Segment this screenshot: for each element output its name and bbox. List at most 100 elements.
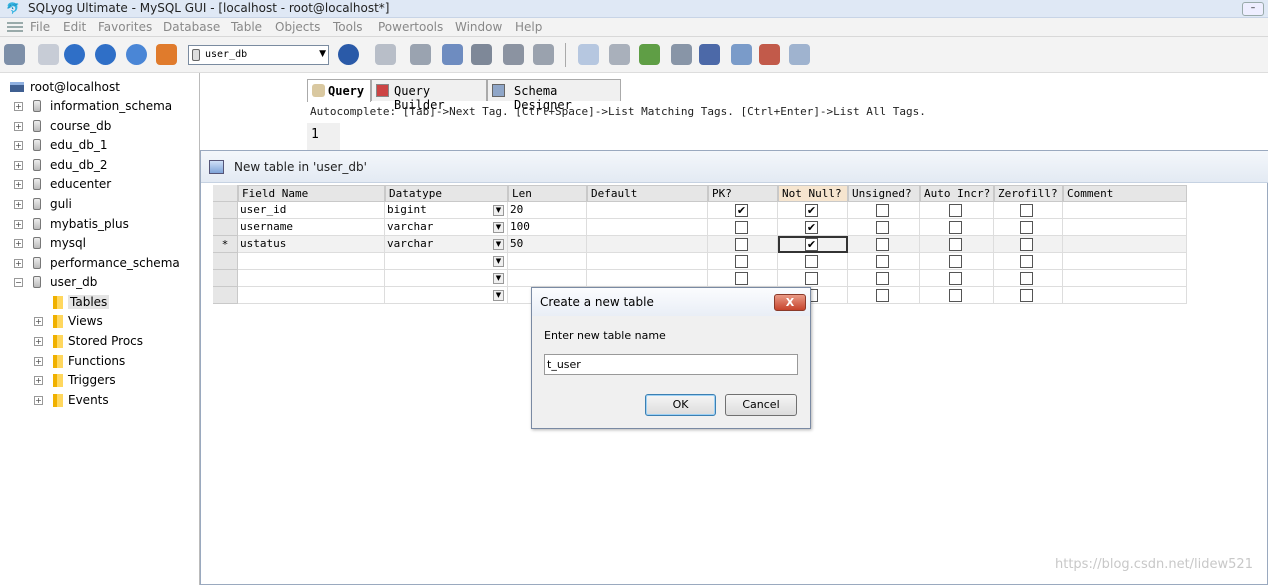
autoincr-checkbox[interactable] (949, 272, 962, 285)
zerofill-checkbox[interactable] (1020, 289, 1033, 302)
schema-icon[interactable] (503, 44, 524, 65)
create-database-icon[interactable] (375, 44, 396, 65)
alter-database-icon[interactable] (410, 44, 431, 65)
unsigned-checkbox[interactable] (876, 255, 889, 268)
expand-icon[interactable]: + (14, 122, 23, 131)
tree-db-course-db[interactable]: + course_db (0, 117, 200, 136)
expand-icon[interactable]: + (14, 239, 23, 248)
len-cell[interactable] (508, 270, 587, 287)
chevron-down-icon[interactable]: ▼ (493, 273, 504, 284)
expand-icon[interactable]: + (14, 180, 23, 189)
menu-objects[interactable]: Objects (275, 20, 320, 34)
default-cell[interactable] (587, 253, 708, 270)
database-select[interactable]: user_db ▼ (188, 45, 329, 65)
tab-schema-designer[interactable]: Schema Designer (487, 79, 621, 112)
tree-folder-tables[interactable]: Tables (0, 293, 200, 312)
expand-icon[interactable]: + (14, 259, 23, 268)
expand-icon[interactable]: + (14, 220, 23, 229)
copy-database-icon[interactable] (671, 44, 692, 65)
zerofill-checkbox[interactable] (1020, 238, 1033, 251)
expand-icon[interactable]: + (34, 337, 43, 346)
col-header-field-name[interactable]: Field Name (238, 185, 385, 202)
autoincr-checkbox[interactable] (949, 221, 962, 234)
table-name-input[interactable]: t_user (544, 354, 798, 375)
menu-favorites[interactable]: Favorites (98, 20, 152, 34)
notnull-checkbox[interactable]: ✔ (805, 221, 818, 234)
query-editor[interactable]: 1 (307, 123, 1268, 153)
tree-folder-stored-procs[interactable]: + Stored Procs (0, 332, 200, 351)
tree-db-user-db[interactable]: − user_db (0, 273, 200, 292)
tree-db-information-schema[interactable]: + information_schema (0, 97, 200, 116)
notnull-checkbox[interactable] (805, 255, 818, 268)
comment-cell[interactable] (1063, 270, 1187, 287)
refresh-icon[interactable] (126, 44, 147, 65)
col-header-len[interactable]: Len (508, 185, 587, 202)
close-button[interactable]: X (774, 294, 806, 311)
field-name-cell[interactable] (238, 287, 385, 304)
col-header-pk[interactable]: PK? (708, 185, 778, 202)
comment-cell[interactable] (1063, 253, 1187, 270)
user-manager-icon[interactable] (338, 44, 359, 65)
backup-icon[interactable] (442, 44, 463, 65)
tree-folder-events[interactable]: + Events (0, 391, 200, 410)
menu-tools[interactable]: Tools (333, 20, 363, 34)
stop-icon[interactable] (156, 44, 177, 65)
field-name-cell[interactable]: ustatus (238, 236, 385, 253)
chevron-down-icon[interactable]: ▼ (493, 256, 504, 267)
unsigned-checkbox[interactable] (876, 272, 889, 285)
default-cell[interactable] (587, 236, 708, 253)
minimize-button[interactable]: – (1242, 2, 1264, 16)
import-icon[interactable] (578, 44, 599, 65)
len-cell[interactable]: 50 (508, 236, 587, 253)
col-header-comment[interactable]: Comment (1063, 185, 1187, 202)
table-row[interactable]: user_id bigint ▼ 20 ✔ ✔ (213, 202, 1187, 219)
datatype-cell[interactable] (385, 287, 508, 304)
default-cell[interactable] (587, 270, 708, 287)
comment-cell[interactable] (1063, 219, 1187, 236)
len-cell[interactable]: 20 (508, 202, 587, 219)
unsigned-checkbox[interactable] (876, 221, 889, 234)
datatype-cell[interactable]: bigint (385, 202, 508, 219)
ok-button[interactable]: OK (645, 394, 716, 416)
zerofill-checkbox[interactable] (1020, 221, 1033, 234)
schedule-icon[interactable] (699, 44, 720, 65)
table-row[interactable]: ▼ (213, 253, 1187, 270)
new-query-icon[interactable] (38, 44, 59, 65)
tree-db-performance-schema[interactable]: + performance_schema (0, 254, 200, 273)
query-builder-icon[interactable] (533, 44, 554, 65)
export-icon[interactable] (609, 44, 630, 65)
notnull-checkbox[interactable]: ✔ (805, 204, 818, 217)
tree-connection[interactable]: root@localhost (0, 78, 200, 97)
tab-query-builder[interactable]: Query Builder (371, 79, 487, 112)
len-cell[interactable]: 100 (508, 219, 587, 236)
chevron-down-icon[interactable]: ▼ (493, 239, 504, 250)
tree-folder-triggers[interactable]: + Triggers (0, 371, 200, 390)
expand-icon[interactable]: + (34, 396, 43, 405)
chevron-down-icon[interactable]: ▼ (493, 205, 504, 216)
unsigned-checkbox[interactable] (876, 289, 889, 302)
comment-cell[interactable] (1063, 287, 1187, 304)
tree-folder-functions[interactable]: + Functions (0, 352, 200, 371)
comment-cell[interactable] (1063, 236, 1187, 253)
field-name-cell[interactable] (238, 253, 385, 270)
tree-db-edu-db-2[interactable]: + edu_db_2 (0, 156, 200, 175)
field-name-cell[interactable]: user_id (238, 202, 385, 219)
pk-checkbox[interactable]: ✔ (735, 204, 748, 217)
autoincr-checkbox[interactable] (949, 204, 962, 217)
execute-query-icon[interactable] (64, 44, 85, 65)
col-header-unsigned[interactable]: Unsigned? (848, 185, 920, 202)
default-cell[interactable] (587, 202, 708, 219)
table-data-icon[interactable] (471, 44, 492, 65)
menu-edit[interactable]: Edit (63, 20, 86, 34)
unsigned-checkbox[interactable] (876, 204, 889, 217)
menu-file[interactable]: File (30, 20, 50, 34)
col-header-auto-incr[interactable]: Auto Incr? (920, 185, 994, 202)
menu-table[interactable]: Table (231, 20, 262, 34)
expand-icon[interactable]: + (34, 357, 43, 366)
pk-checkbox[interactable] (735, 221, 748, 234)
notnull-checkbox[interactable] (805, 272, 818, 285)
col-header-zerofill[interactable]: Zerofill? (994, 185, 1063, 202)
expand-icon[interactable]: + (34, 376, 43, 385)
datatype-cell[interactable] (385, 253, 508, 270)
menu-database[interactable]: Database (163, 20, 220, 34)
